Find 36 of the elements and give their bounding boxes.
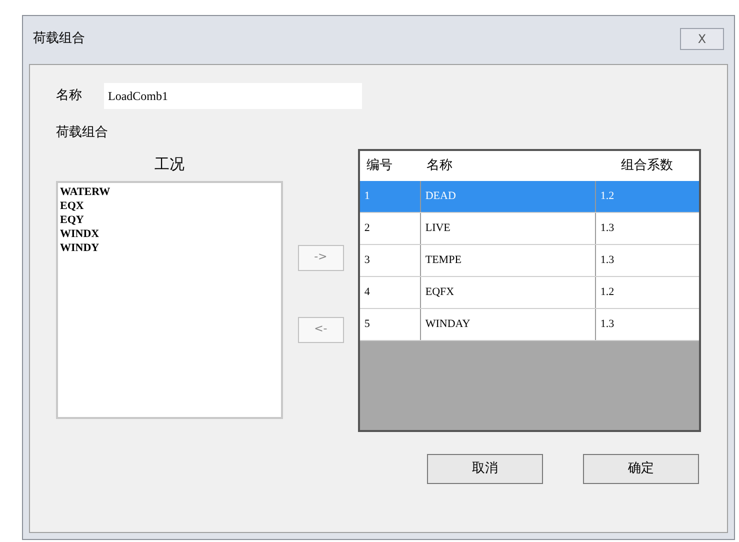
- table-cell: 1.3: [595, 308, 699, 340]
- table-cell: WINDAY: [420, 308, 596, 340]
- table-cell: 1.3: [595, 244, 699, 276]
- table-row[interactable]: 4 EQFX 1.2: [360, 276, 699, 308]
- table-row[interactable]: 5 WINDAY 1.3: [360, 308, 699, 340]
- name-label: 名称: [56, 87, 82, 106]
- table-cell: 1.2: [595, 180, 699, 212]
- dialog-button[interactable]: 确定: [583, 454, 699, 484]
- table-cell-text: 2: [363, 220, 371, 236]
- table-cell: TEMPE: [420, 244, 596, 276]
- table-cell: DEAD: [420, 180, 596, 212]
- list-title: 工况: [154, 154, 184, 174]
- table-cell-text: 1: [363, 188, 371, 204]
- table-cell-text: 4: [363, 284, 371, 300]
- column-header[interactable]: 编号: [360, 156, 420, 176]
- window-title: 荷载组合: [33, 30, 85, 48]
- list-item[interactable]: EQY: [60, 213, 279, 227]
- table-row[interactable]: 3 TEMPE 1.3: [360, 244, 699, 276]
- close-button[interactable]: X: [680, 28, 724, 50]
- list-item[interactable]: WINDX: [60, 227, 279, 241]
- section-label: 荷载组合: [56, 124, 108, 142]
- list-item[interactable]: WATERW: [60, 185, 279, 199]
- table-cell: 1.2: [595, 276, 699, 308]
- load-case-list[interactable]: WATERW EQX EQY WINDX WINDY: [56, 181, 283, 419]
- column-header[interactable]: 组合系数: [595, 156, 699, 176]
- table-cell-text: 3: [363, 252, 371, 268]
- column-header[interactable]: 名称: [420, 156, 596, 176]
- table-cell: EQFX: [420, 276, 596, 308]
- table-cell: LIVE: [420, 212, 596, 244]
- table-cell: 1.3: [595, 212, 699, 244]
- list-item[interactable]: EQX: [60, 199, 279, 213]
- name-input-field[interactable]: LoadComb1: [104, 83, 362, 109]
- list-item[interactable]: WINDY: [60, 241, 279, 255]
- table-row[interactable]: 2 LIVE 1.3: [360, 212, 699, 244]
- dialog-button[interactable]: 取消: [427, 454, 543, 484]
- table-cell-text: 5: [363, 316, 371, 332]
